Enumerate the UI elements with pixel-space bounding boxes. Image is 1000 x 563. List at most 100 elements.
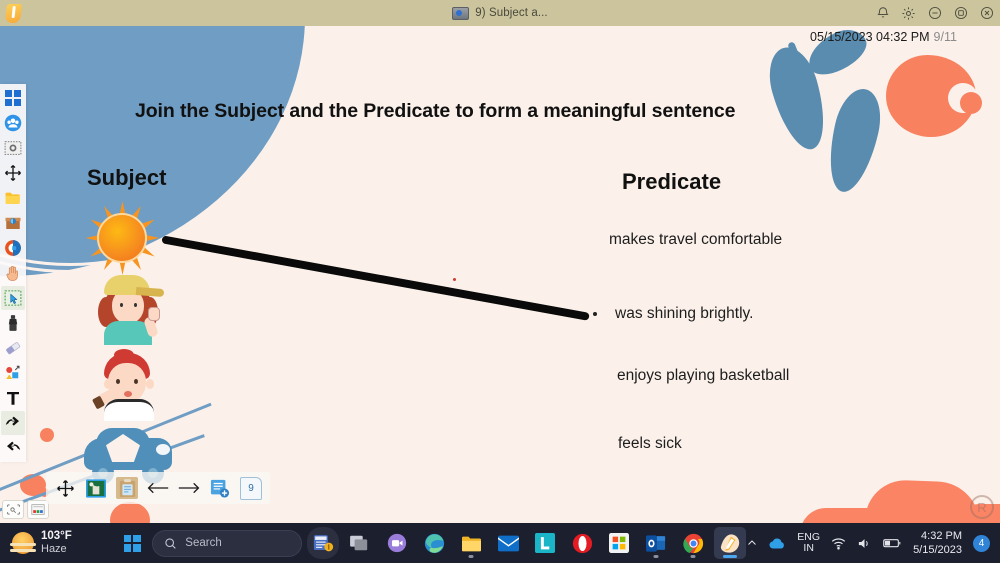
weather-temperature: 103°F	[41, 530, 72, 543]
tool-redo[interactable]	[1, 436, 25, 460]
white-arc-decoration-1	[0, 26, 320, 266]
coral-mountain-3	[945, 504, 1000, 523]
coral-dot-small-2	[20, 474, 46, 496]
page-indicator: 9/11	[933, 30, 957, 44]
tool-select[interactable]	[1, 286, 25, 310]
tool-undo[interactable]	[1, 411, 25, 435]
taskbar-chrome[interactable]	[677, 527, 709, 559]
search-placeholder: Search	[185, 537, 222, 549]
subject-image-sick-boy[interactable]	[91, 349, 170, 421]
window-controls	[875, 0, 994, 26]
magnifier-box-icon[interactable]	[2, 500, 24, 519]
page-title: Join the Subject and the Predicate to fo…	[135, 100, 736, 122]
search-icon	[165, 537, 177, 549]
cloud-icon[interactable]	[769, 537, 786, 550]
minus-circle-icon[interactable]	[927, 6, 942, 21]
coral-mountain-1	[800, 508, 910, 523]
next-page-button[interactable]	[178, 477, 200, 499]
leaf-stem-decoration	[787, 41, 820, 109]
whiteboard-device-icon	[452, 6, 470, 20]
predicate-item[interactable]: makes travel comfortable	[609, 231, 782, 249]
coral-dot-small-3	[110, 502, 150, 523]
taskbar-weather-widget[interactable]: 103°F Haze	[0, 530, 117, 556]
watermark-logo: R	[970, 495, 994, 519]
drawn-connector-line[interactable]	[161, 235, 590, 321]
taskbar-mail[interactable]	[492, 527, 524, 559]
taskbar-clock[interactable]: 4:32 PM 5/15/2023	[913, 529, 962, 558]
taskbar-l-app[interactable]	[529, 527, 561, 559]
predicate-item[interactable]: was shining brightly.	[615, 305, 753, 323]
leaf-decoration-left	[761, 41, 835, 156]
pen-logo-icon	[0, 0, 26, 26]
taskbar-outlook[interactable]	[640, 527, 672, 559]
tool-text[interactable]	[1, 386, 25, 410]
left-tool-sidebar	[0, 84, 26, 462]
weather-condition: Haze	[41, 543, 67, 556]
language-indicator[interactable]: ENG IN	[797, 531, 820, 554]
tool-screenshot[interactable]	[1, 136, 25, 160]
taskbar-center-group: Search	[117, 527, 747, 559]
tool-color-wheel[interactable]	[1, 236, 25, 260]
mini-tool-row	[2, 500, 49, 519]
tool-resources[interactable]	[1, 211, 25, 235]
tool-hand[interactable]	[1, 261, 25, 285]
taskbar-file-explorer[interactable]	[455, 527, 487, 559]
restore-circle-icon[interactable]	[953, 6, 968, 21]
predicate-column-heading: Predicate	[622, 169, 722, 194]
tool-move[interactable]	[1, 161, 25, 185]
previous-page-button[interactable]	[147, 477, 169, 499]
clock-time: 4:32 PM	[921, 529, 962, 542]
wifi-icon[interactable]	[831, 537, 846, 550]
date-time-text: 05/15/2023 04:32 PM	[810, 30, 930, 44]
coral-dot-decoration	[960, 92, 982, 114]
taskbar-opera[interactable]	[566, 527, 598, 559]
title-bar-center: 9) Subject a...	[0, 0, 1000, 26]
notes-button[interactable]	[116, 477, 138, 499]
tool-pen[interactable]	[1, 311, 25, 335]
windows-taskbar: 103°F Haze Search ENG IN 4:32 PM 5/15/20…	[0, 523, 1000, 563]
blackboard-button[interactable]	[85, 477, 107, 499]
coral-blob-decoration	[886, 55, 978, 137]
slide-canvas[interactable]: R 05/15/2023 04:32 PM 9/11 Join the Subje…	[0, 26, 1000, 523]
screen: 9) Subject a... R 05/15/2023 04:32 PM 9/…	[0, 0, 1000, 563]
predicate-item[interactable]: enjoys playing basketball	[617, 367, 789, 385]
haze-sun-icon	[10, 531, 36, 554]
taskbar-store[interactable]	[603, 527, 635, 559]
red-ink-dot	[453, 278, 456, 281]
current-page-chip[interactable]: 9	[240, 476, 262, 500]
taskbar-edge[interactable]	[418, 527, 450, 559]
tool-eraser[interactable]	[1, 336, 25, 360]
battery-icon[interactable]	[883, 537, 902, 549]
tool-participants[interactable]	[1, 111, 25, 135]
notification-badge[interactable]: 4	[973, 534, 990, 552]
bell-icon[interactable]	[875, 6, 890, 21]
tool-folder[interactable]	[1, 186, 25, 210]
taskbar-widgets[interactable]	[307, 527, 340, 559]
app-title-bar: 9) Subject a...	[0, 0, 1000, 26]
subject-image-girl[interactable]	[90, 271, 172, 345]
search-input[interactable]: Search	[152, 529, 303, 557]
start-button[interactable]	[117, 528, 147, 558]
slide-move-button[interactable]	[54, 477, 76, 499]
gear-icon[interactable]	[901, 6, 916, 21]
add-page-button[interactable]	[209, 477, 231, 499]
taskbar-whiteboard[interactable]	[714, 527, 747, 559]
chevron-up-icon[interactable]	[746, 537, 758, 549]
taskbar-task-view[interactable]	[344, 527, 376, 559]
speaker-icon[interactable]	[857, 537, 872, 550]
clock-date: 5/15/2023	[913, 544, 962, 556]
subject-image-sun[interactable]	[86, 201, 158, 274]
slide-bottom-toolbar: 9	[46, 472, 270, 504]
tool-shapes[interactable]	[1, 361, 25, 385]
coral-dot-small-1	[40, 428, 54, 442]
tool-windows-apps[interactable]	[1, 86, 25, 110]
window-title: 9) Subject a...	[475, 7, 548, 19]
region-code: IN	[803, 542, 814, 554]
windows-logo-icon	[123, 534, 141, 552]
predicate-bullet	[593, 312, 597, 316]
predicate-item[interactable]: feels sick	[618, 435, 682, 453]
close-circle-icon[interactable]	[979, 6, 994, 21]
system-tray: ENG IN 4:32 PM 5/15/2023 4	[746, 529, 1000, 558]
coral-mountain-2	[863, 479, 982, 523]
taskbar-meet[interactable]	[381, 527, 413, 559]
